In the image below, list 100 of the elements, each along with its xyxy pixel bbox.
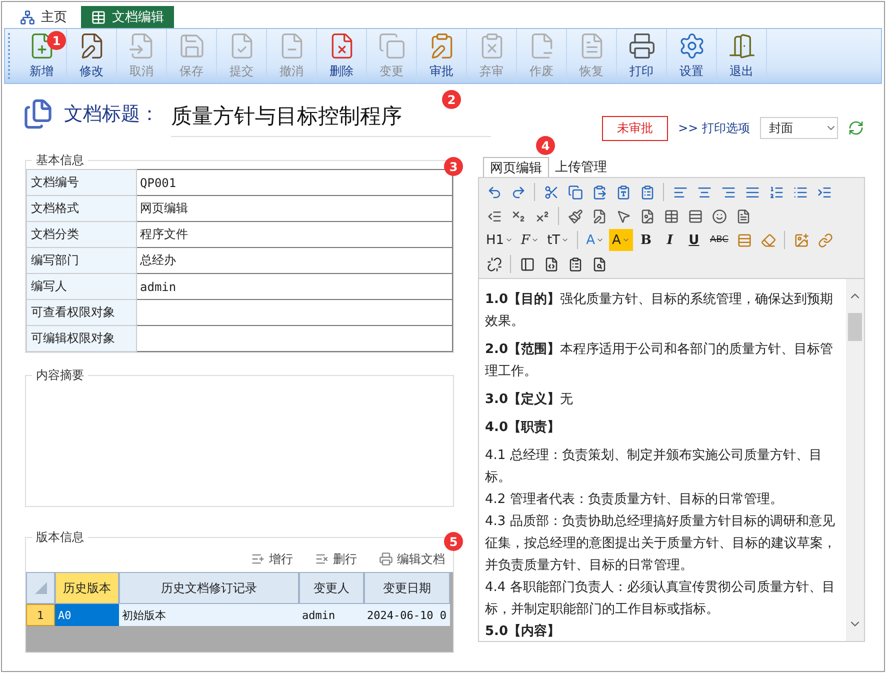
toolbar-button[interactable]: 设置 (667, 29, 717, 83)
redo-icon[interactable] (510, 184, 526, 200)
panel-icon[interactable] (520, 256, 534, 272)
field-value[interactable]: 总经办 (136, 248, 452, 274)
toolbar-button[interactable]: 修改 (67, 29, 117, 83)
toolbar-button[interactable]: 删除 (317, 29, 367, 83)
cover-select[interactable]: 封面 (760, 117, 838, 139)
document-paragraph: 4.0【职责】 (485, 418, 562, 437)
panel-legend: 内容摘要 (32, 367, 88, 384)
format-button[interactable]: ABC (706, 229, 732, 251)
field-label: 文档格式 (26, 196, 136, 222)
scrollbar-thumb[interactable] (848, 313, 862, 341)
print-options-link[interactable]: >> 打印选项 (678, 120, 750, 136)
table-cell[interactable]: A0 (55, 604, 119, 626)
panel-legend: 版本信息 (32, 529, 88, 546)
table-cell[interactable]: 初始版本 (119, 604, 299, 626)
image-plus-icon[interactable] (794, 232, 809, 248)
subscript-icon[interactable] (510, 208, 526, 224)
document-paragraph: 1.0【目的】强化质量方针、目标的系统管理，确保达到预期效果。 (485, 291, 834, 331)
align-center-icon[interactable] (696, 184, 712, 200)
door-icon (728, 32, 756, 60)
toolbar-button[interactable]: 打印 (617, 29, 667, 83)
format-button[interactable]: U (682, 229, 705, 251)
pointer-icon[interactable] (616, 208, 630, 224)
document-paragraph: 4.1 总经理：负责策划、制定并颁布实施公司质量方针、目标。 (485, 447, 823, 487)
page-tab[interactable]: 文档编辑 (81, 6, 174, 28)
callout-badge: 3 (444, 157, 463, 176)
file-pen-icon[interactable] (592, 208, 606, 224)
align-justify-icon[interactable] (744, 184, 760, 200)
grid-action[interactable]: 删行 (315, 550, 357, 568)
file-image-icon[interactable] (640, 208, 654, 224)
align-left-icon[interactable] (672, 184, 688, 200)
field-label: 文档编号 (26, 170, 136, 196)
row-number: 1 (26, 604, 55, 626)
scissors-icon[interactable] (544, 184, 558, 200)
eraser-icon[interactable] (760, 232, 776, 248)
callout-badge: 1 (47, 31, 66, 50)
paste-icon[interactable] (592, 184, 606, 200)
toolbar-button[interactable]: 审批 (417, 29, 467, 83)
indent-icon[interactable] (816, 184, 832, 200)
field-value[interactable]: admin (136, 274, 452, 300)
editor-tab[interactable]: 网页编辑 (483, 157, 549, 177)
clipboard-icon[interactable] (568, 256, 582, 272)
format-button[interactable]: tT (544, 229, 572, 251)
caret-icon (505, 236, 514, 244)
title-label: 文档标题： (64, 102, 159, 127)
format-button[interactable]: B (634, 229, 657, 251)
toolbar-button[interactable]: 退出 (717, 29, 767, 83)
callout-badge: 5 (444, 532, 463, 551)
grid-action[interactable]: 增行 (251, 550, 293, 568)
outdent-icon[interactable] (486, 208, 502, 224)
column-header[interactable]: 变更日期 (364, 572, 450, 604)
scrollbar[interactable] (846, 279, 864, 641)
column-header[interactable]: 历史文档修订记录 (119, 572, 299, 604)
format-button[interactable]: H1 (483, 229, 516, 251)
editor-tab[interactable]: 上传管理 (549, 157, 613, 177)
field-value[interactable]: 程序文件 (136, 222, 452, 248)
caret-icon (561, 236, 570, 244)
copy-icon (378, 32, 406, 60)
grid-action[interactable]: 编辑文档 (379, 550, 445, 568)
unlink-icon[interactable] (486, 256, 502, 272)
paste-text-icon[interactable] (616, 184, 630, 200)
add-row-icon (251, 552, 265, 566)
format-button[interactable]: A (609, 229, 633, 251)
table-cell[interactable]: admin (299, 604, 364, 626)
field-value[interactable] (136, 300, 452, 326)
align-right-icon[interactable] (720, 184, 736, 200)
field-label: 可查看权限对象 (26, 300, 136, 326)
format-button[interactable]: F (518, 229, 542, 251)
undo-icon[interactable] (486, 184, 502, 200)
panel-legend: 基本信息 (32, 152, 88, 169)
field-value[interactable] (136, 326, 452, 352)
document-paragraph: 4.2 管理者代表：负责质量方针、目标的日常管理。 (485, 491, 784, 509)
ordered-list-icon[interactable] (768, 184, 784, 200)
printer-icon (379, 552, 393, 566)
caret-icon (622, 236, 630, 244)
status-button[interactable]: 未审批 (602, 116, 668, 140)
toolbar-button[interactable]: 新增 1 (17, 29, 67, 83)
field-value[interactable]: 网页编辑 (136, 196, 452, 222)
refresh-icon[interactable] (848, 120, 864, 136)
callout-badge: 4 (536, 136, 555, 155)
column-header[interactable]: 历史版本 (55, 572, 119, 604)
page-break-icon[interactable] (736, 208, 750, 224)
printer-icon (628, 32, 656, 60)
document-paragraph: 5.0【内容】 (485, 622, 562, 641)
superscript-icon[interactable] (534, 208, 550, 224)
table-icon[interactable] (664, 208, 678, 224)
format-button[interactable]: I (658, 229, 681, 251)
smiley-icon[interactable] (712, 208, 726, 224)
copy-icon[interactable] (568, 184, 582, 200)
brush-icon[interactable] (568, 208, 582, 224)
bullet-list-icon[interactable] (792, 184, 808, 200)
file-search-icon[interactable] (592, 256, 606, 272)
column-header[interactable]: 变更人 (299, 572, 364, 604)
field-label: 编写部门 (26, 248, 136, 274)
link-icon[interactable] (818, 232, 833, 248)
document-paragraph: 4.4 各职能部门负责人：必须认真宣传贯彻公司质量方针、目标，并制定职能部门的工作目标或指标。 (485, 579, 836, 619)
format-button[interactable]: A (583, 229, 608, 251)
file-code-icon[interactable] (544, 256, 558, 272)
table-cell[interactable]: 2024-06-10 0 (364, 604, 450, 626)
